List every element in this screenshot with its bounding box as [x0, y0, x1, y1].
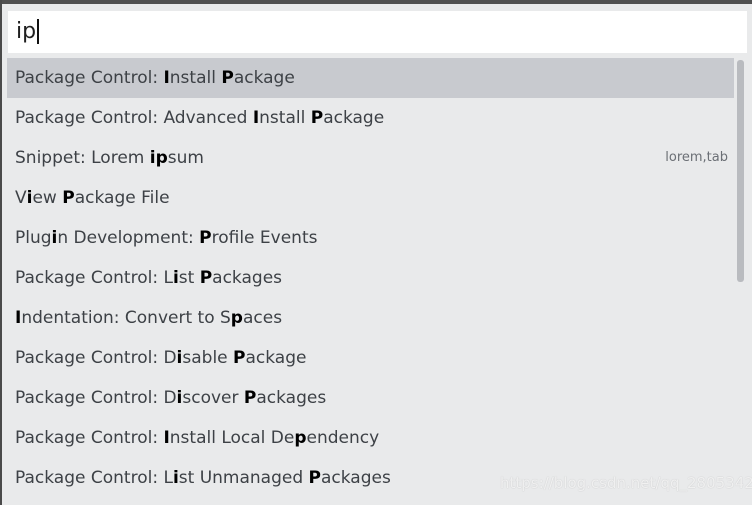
palette-search-box[interactable]: ip: [8, 11, 747, 53]
label-segment: ackages: [256, 388, 327, 408]
label-segment: rofile Events: [211, 228, 318, 248]
snippet-trigger-hint: lorem,tab: [665, 150, 728, 165]
label-segment: Snippet: Lorem: [15, 148, 150, 168]
result-label: Package Control: Install Local Dependenc…: [15, 428, 379, 448]
label-segment: sable: [182, 348, 234, 368]
result-label: Package Control: Advanced Install Packag…: [15, 108, 384, 128]
palette-result-item[interactable]: Package Control: Advanced Install Packag…: [7, 98, 734, 138]
palette-result-item[interactable]: Snippet: Lorem ipsum lorem,tab: [7, 138, 734, 178]
watermark-text: https://blog.csdn.net/qq_28053421: [500, 474, 752, 492]
match-highlight: p: [230, 308, 243, 328]
label-segment: Plug: [15, 228, 52, 248]
palette-result-item[interactable]: View Package File: [7, 178, 734, 218]
label-segment: ndentation: Convert to S: [21, 308, 231, 328]
palette-result-item[interactable]: Package Control: Discover Packages: [7, 378, 734, 418]
label-segment: Package Control: L: [15, 268, 173, 288]
label-segment: st Unmanaged: [178, 468, 309, 488]
label-segment: st: [178, 268, 200, 288]
label-segment: Package Control:: [15, 68, 164, 88]
label-segment: V: [15, 188, 27, 208]
result-label: Package Control: List Packages: [15, 268, 282, 288]
palette-result-item[interactable]: Package Control: Install Package: [7, 58, 734, 98]
label-segment: ackages: [212, 268, 283, 288]
match-highlight: p: [294, 428, 307, 448]
label-segment: sum: [167, 148, 204, 168]
match-highlight: P: [308, 468, 321, 488]
label-segment: endency: [306, 428, 380, 448]
result-label: Indentation: Convert to Spaces: [15, 308, 282, 328]
result-label: Package Control: Disable Package: [15, 348, 306, 368]
match-highlight: P: [199, 228, 212, 248]
results-scrollbar[interactable]: [737, 60, 744, 282]
result-label: Package Control: Install Package: [15, 68, 295, 88]
label-segment: n Development:: [57, 228, 200, 248]
palette-result-item[interactable]: Package Control: Disable Package: [7, 338, 734, 378]
label-segment: ackage: [323, 108, 385, 128]
label-segment: ackage: [233, 68, 295, 88]
match-highlight: P: [221, 68, 234, 88]
label-segment: nstall: [259, 108, 311, 128]
result-label: View Package File: [15, 188, 170, 208]
result-label: Snippet: Lorem ipsum: [15, 148, 204, 168]
label-segment: Package Control:: [15, 428, 164, 448]
palette-results-list: Package Control: Install Package Package …: [7, 58, 734, 498]
label-segment: Package Control: D: [15, 388, 177, 408]
palette-result-item[interactable]: Package Control: List Packages: [7, 258, 734, 298]
label-segment: Package Control: L: [15, 468, 173, 488]
result-label: Package Control: List Unmanaged Packages: [15, 468, 391, 488]
text-caret: [37, 19, 40, 44]
match-highlight: P: [62, 188, 75, 208]
match-highlight: P: [243, 388, 257, 408]
label-segment: ackage: [245, 348, 307, 368]
palette-result-item[interactable]: Plugin Development: Profile Events: [7, 218, 734, 258]
label-segment: ackage File: [74, 188, 170, 208]
palette-result-item[interactable]: Package Control: Install Local Dependenc…: [7, 418, 734, 458]
command-palette: ip Package Control: Install Package Packa…: [2, 4, 752, 505]
label-segment: scover: [182, 388, 244, 408]
label-segment: nstall Local De: [169, 428, 295, 448]
result-label: Plugin Development: Profile Events: [15, 228, 317, 248]
label-segment: ew: [32, 188, 63, 208]
match-highlight: P: [199, 268, 213, 288]
label-segment: Package Control: Advanced: [15, 108, 253, 128]
palette-result-item[interactable]: Indentation: Convert to Spaces: [7, 298, 734, 338]
result-label: Package Control: Discover Packages: [15, 388, 326, 408]
label-segment: aces: [242, 308, 283, 328]
label-segment: ackages: [321, 468, 391, 488]
palette-search-input[interactable]: ip: [16, 18, 40, 46]
match-highlight: ip: [149, 148, 168, 168]
match-highlight: P: [310, 108, 324, 128]
label-segment: Package Control: D: [15, 348, 177, 368]
match-highlight: P: [233, 348, 246, 368]
label-segment: nstall: [169, 68, 222, 88]
search-query-text: ip: [16, 19, 37, 44]
